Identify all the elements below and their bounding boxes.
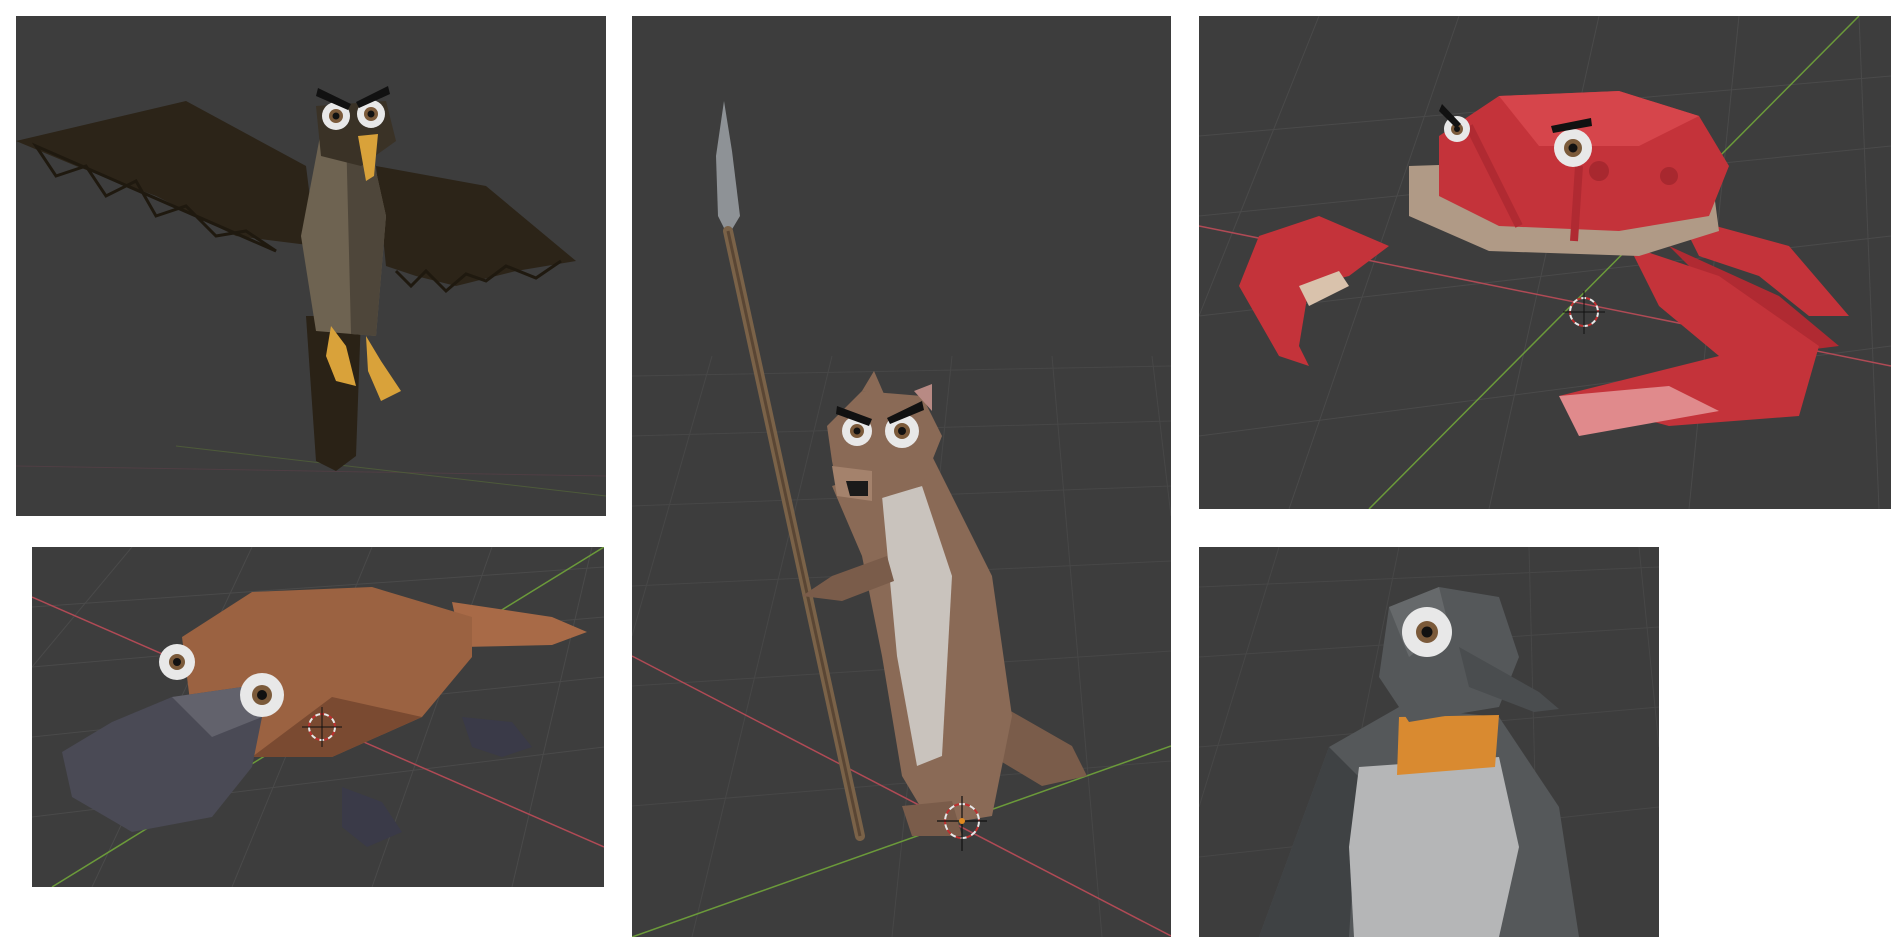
platypus-scene (32, 547, 604, 887)
eagle-scene (16, 86, 606, 497)
penguin-viewport[interactable] (1199, 547, 1659, 937)
eagle-model (16, 86, 576, 471)
crab-viewport[interactable] (1199, 16, 1891, 509)
eagle-viewport[interactable] (16, 16, 606, 516)
platypus-viewport[interactable] (32, 547, 604, 887)
platypus-model (62, 587, 587, 847)
3d-cursor-icon[interactable] (1563, 291, 1605, 334)
otter-viewport[interactable] (632, 16, 1171, 937)
penguin-scene (1199, 547, 1659, 937)
otter-scene (632, 101, 1171, 937)
y-axis-line (632, 745, 1171, 937)
crab-scene (1199, 16, 1891, 509)
